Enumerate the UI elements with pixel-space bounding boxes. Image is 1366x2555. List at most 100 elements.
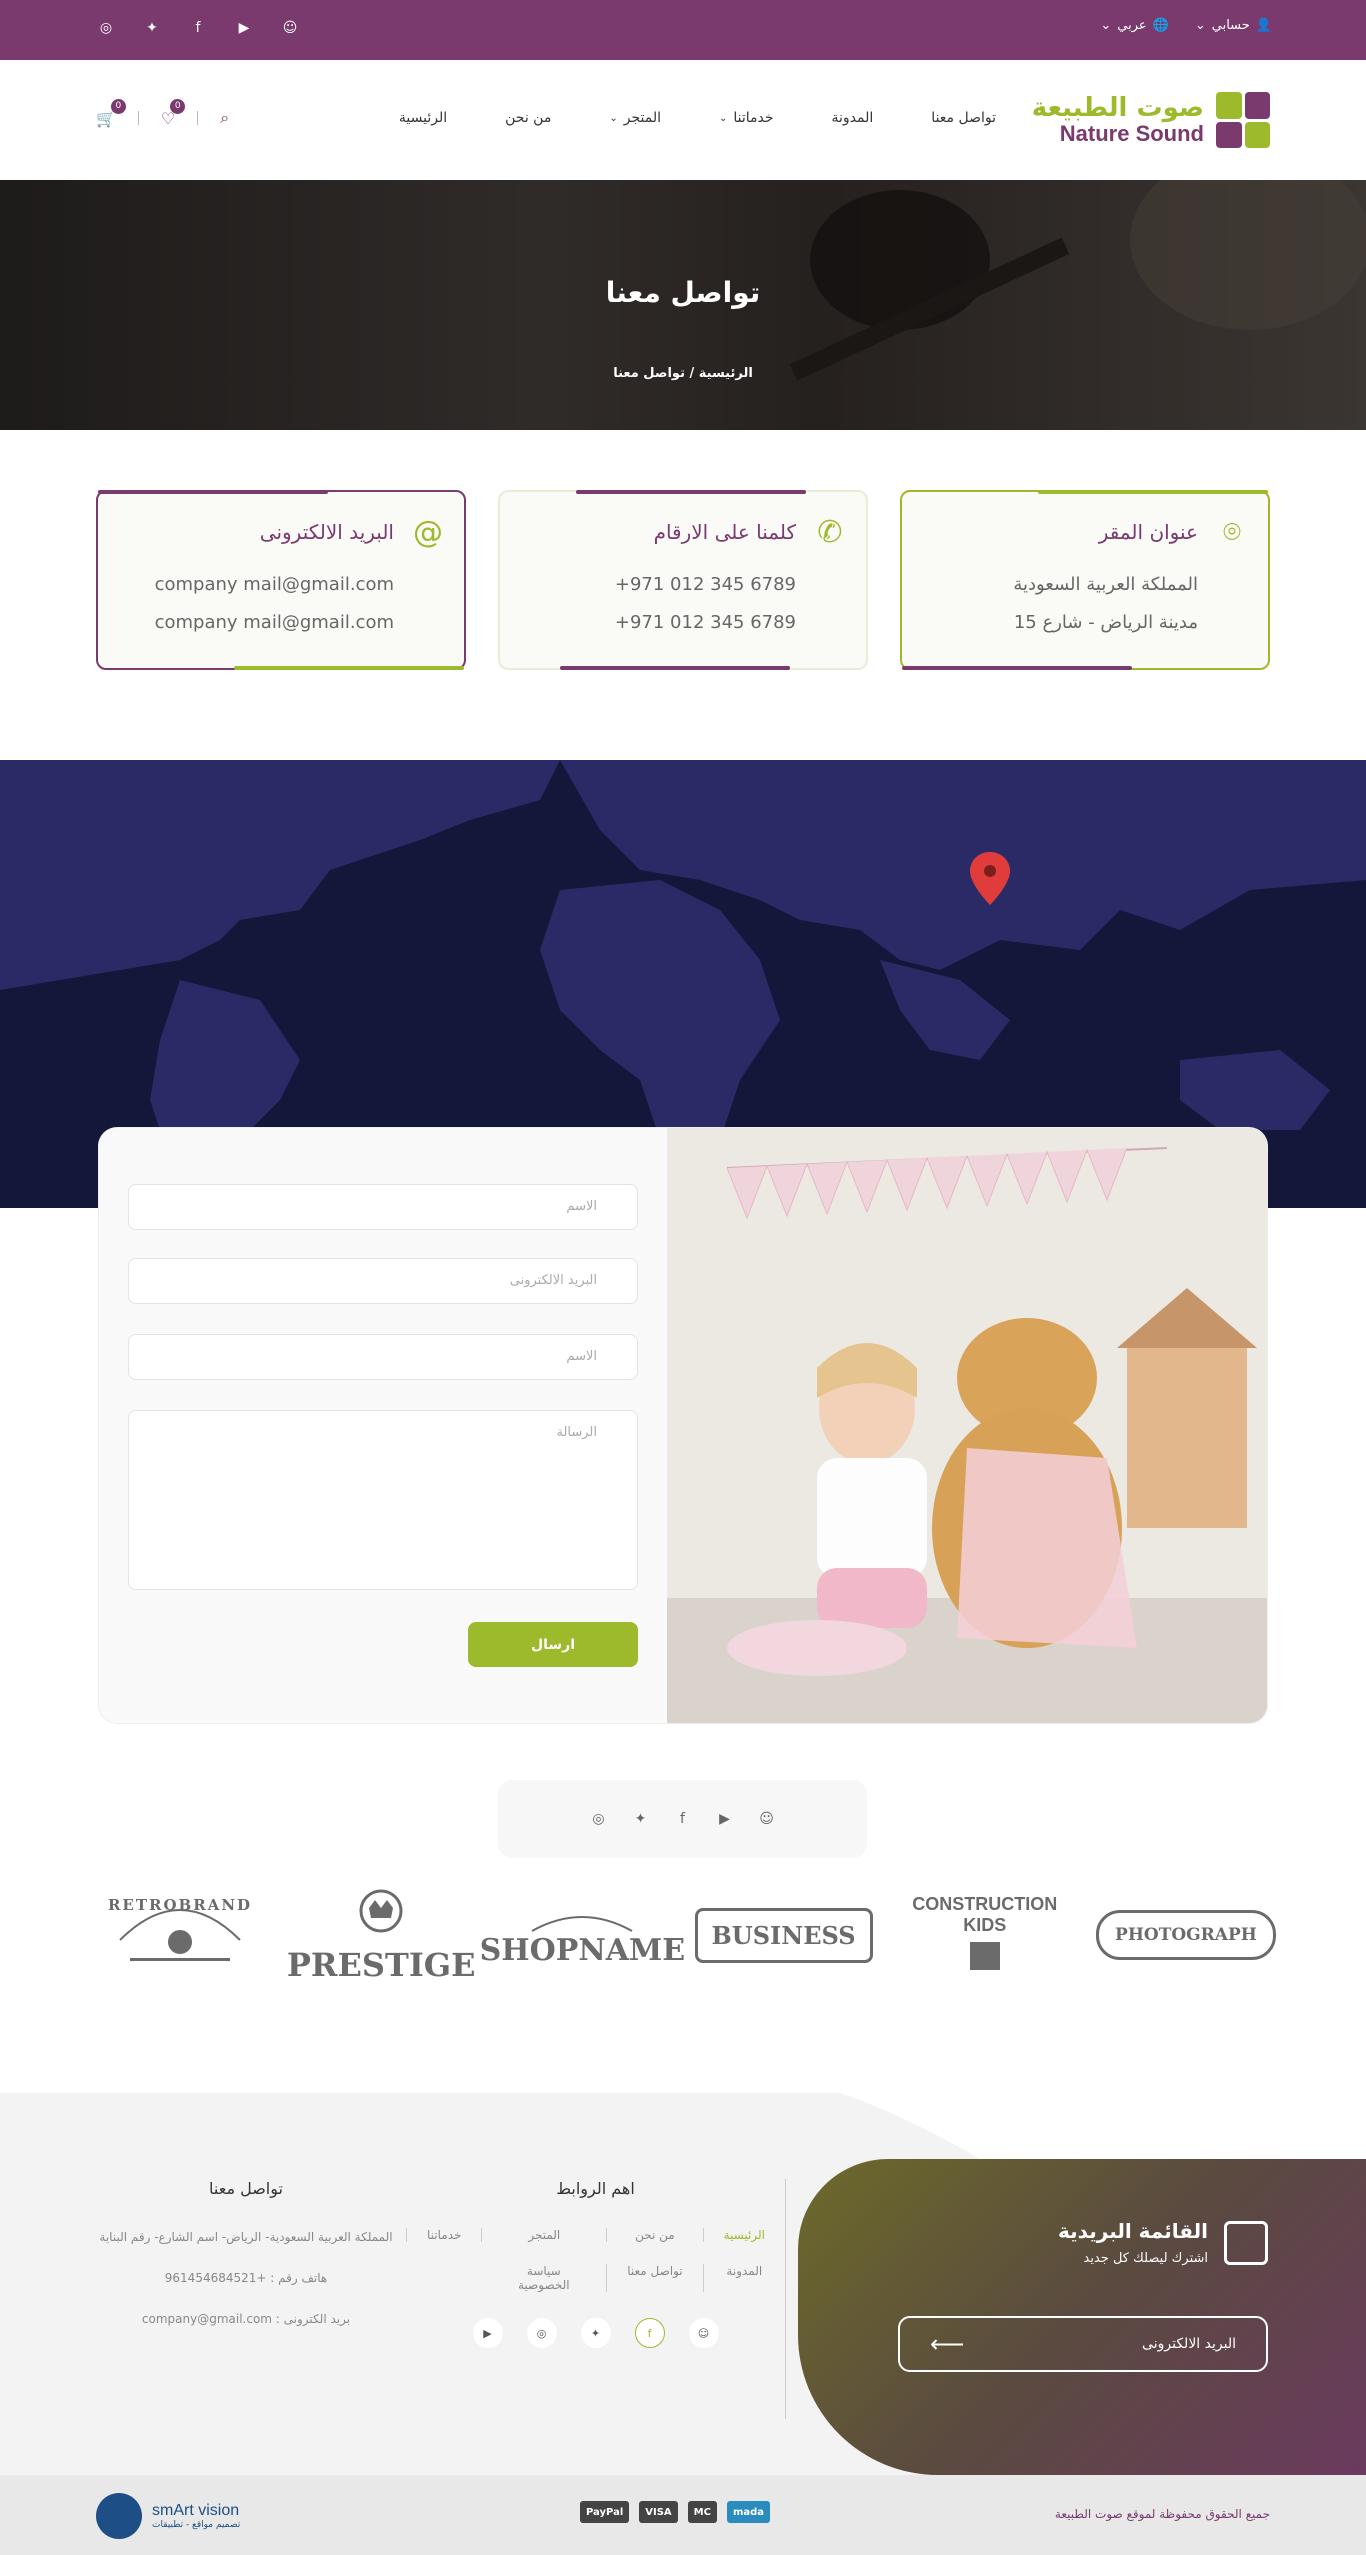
footer-link-contact[interactable]: تواصل معنا bbox=[606, 2264, 702, 2292]
phone-card: ✆ كلمنا على الارقام +971 012 345 6789 +9… bbox=[498, 490, 868, 670]
card-line: مدينة الرياض - شارع 15 bbox=[1013, 612, 1198, 633]
facebook-icon[interactable]: f bbox=[674, 1811, 692, 1827]
instagram-icon[interactable]: ◎ bbox=[526, 2318, 557, 2348]
mastercard-icon: MC bbox=[687, 2501, 717, 2523]
message-placeholder: الرسالة bbox=[556, 1425, 597, 1440]
nav-services[interactable]: خدماتنا ⌄ bbox=[719, 110, 774, 126]
name2-placeholder: الاسم bbox=[566, 1349, 597, 1364]
top-bar: ◎ ✦ f ▶ ☺ ⌄ عربي 🌐 ⌄ حسابي 👤 bbox=[0, 0, 1366, 60]
site-logo[interactable]: صوت الطبيعة Nature Sound bbox=[1032, 92, 1270, 148]
youtube-icon[interactable]: ▶ bbox=[234, 18, 254, 38]
logo-text-ar: صوت الطبيعة bbox=[1031, 92, 1204, 123]
card-title: عنوان المقر bbox=[1098, 520, 1198, 544]
copyright-text: جميع الحقوق محفوظة لموقع صوت الطبيعة bbox=[1054, 2507, 1270, 2521]
page-hero: تواصل معنا الرئيسية / تواصل معنا bbox=[0, 180, 1366, 430]
logo-text-en: Nature Sound bbox=[1059, 121, 1204, 147]
card-line: المملكة العربية السعودية bbox=[1013, 574, 1198, 595]
logo-badge-icon bbox=[1216, 92, 1270, 148]
name-input[interactable]: الاسم bbox=[128, 1184, 638, 1230]
newsletter-placeholder: البريد الالكترونى bbox=[1142, 2336, 1236, 2352]
arrow-left-icon[interactable]: ⟵ bbox=[930, 2330, 964, 2358]
smart-vision-logo[interactable]: smArt vision تصميم مواقع - تطبيقات bbox=[96, 2493, 240, 2539]
youtube-icon[interactable]: ▶ bbox=[716, 1811, 734, 1827]
twitter-icon[interactable]: ✦ bbox=[580, 2318, 611, 2348]
nav-contact[interactable]: تواصل معنا bbox=[931, 110, 996, 126]
footer-link-about[interactable]: من نحن bbox=[606, 2228, 702, 2242]
nav-store[interactable]: المتجر ⌄ bbox=[609, 110, 661, 126]
email-placeholder: البريد الالكترونى bbox=[509, 1273, 597, 1288]
brand-logo-business: BUSINESS bbox=[694, 1875, 873, 1995]
search-icon[interactable]: ⌕ bbox=[220, 108, 229, 128]
brand-logo-prestige: PRESTIGE bbox=[287, 1875, 476, 1995]
brand-logo-retrobrand: RETROBRAND bbox=[96, 1875, 264, 1995]
nav-blog[interactable]: المدونة bbox=[832, 110, 874, 126]
girl-with-dog-photo bbox=[667, 1128, 1267, 1723]
header-icons: 🛒 0 ♡ 0 ⌕ bbox=[96, 98, 229, 128]
visa-icon: VISA bbox=[639, 2501, 678, 2523]
smart-vision-tagline: تصميم مواقع - تطبيقات bbox=[152, 2520, 241, 2530]
nav-about[interactable]: من نحن bbox=[505, 110, 551, 126]
brand-logo-photograph: PHOTOGRAPH bbox=[1096, 1875, 1276, 1995]
footer-link-blog[interactable]: المدونة bbox=[702, 2264, 785, 2292]
topbar-right: ⌄ عربي 🌐 ⌄ حسابي 👤 bbox=[1100, 18, 1272, 33]
email-card: @ البريد الالكترونى company mail@gmail.c… bbox=[96, 490, 466, 670]
snapchat-icon[interactable]: ☺ bbox=[758, 1811, 776, 1827]
name-placeholder: الاسم bbox=[566, 1199, 597, 1214]
message-textarea[interactable]: الرسالة bbox=[128, 1410, 638, 1590]
footer-link-home[interactable]: الرئيسية bbox=[702, 2228, 785, 2242]
mada-icon: mada bbox=[726, 2501, 771, 2523]
instagram-icon[interactable]: ◎ bbox=[590, 1811, 608, 1827]
facebook-icon[interactable]: f bbox=[634, 2318, 665, 2348]
smart-vision-icon bbox=[96, 2493, 142, 2539]
facebook-icon[interactable]: f bbox=[188, 18, 208, 38]
footer-contact: تواصل معنا المملكة العربية السعودية- الر… bbox=[96, 2179, 396, 2352]
newsletter-subtitle: اشترك ليصلك كل جديد bbox=[1083, 2251, 1208, 2266]
contact-form-section: الاسم البريد الالكترونى الاسم الرسالة ار… bbox=[99, 1128, 1267, 1723]
wishlist-count: 0 bbox=[170, 98, 186, 114]
globe-icon: 🌐 bbox=[1152, 18, 1169, 33]
snapchat-icon[interactable]: ☺ bbox=[688, 2318, 719, 2348]
chevron-down-icon: ⌄ bbox=[718, 112, 728, 124]
language-label: عربي bbox=[1117, 18, 1147, 33]
brand-logo-shopname: SHOPNAME bbox=[480, 1875, 685, 1995]
phone-icon: ✆ bbox=[817, 514, 843, 550]
card-line: company mail@gmail.com bbox=[154, 612, 394, 633]
at-sign-icon: @ bbox=[413, 514, 443, 550]
cart-icon[interactable]: 🛒 0 bbox=[96, 98, 126, 128]
card-line: +971 012 345 6789 bbox=[614, 574, 796, 595]
twitter-icon[interactable]: ✦ bbox=[632, 1811, 650, 1827]
cart-count: 0 bbox=[110, 98, 126, 114]
footer-phone: هاتف رقم : +961454684521 bbox=[164, 2271, 328, 2286]
instagram-icon[interactable]: ◎ bbox=[96, 18, 116, 38]
nav-home[interactable]: الرئيسية bbox=[399, 110, 447, 126]
main-header: صوت الطبيعة Nature Sound الرئيسية من نحن… bbox=[0, 60, 1366, 180]
account-label: حسابي bbox=[1211, 18, 1250, 33]
card-title: كلمنا على الارقام bbox=[653, 520, 796, 544]
footer-link-services[interactable]: خدماتنا bbox=[406, 2228, 481, 2242]
payment-methods: PayPal VISA MC mada bbox=[580, 2501, 771, 2523]
twitter-icon[interactable]: ✦ bbox=[142, 18, 162, 38]
breadcrumb: الرئيسية / تواصل معنا bbox=[613, 366, 753, 381]
footer-link-privacy[interactable]: سياسة الخصوصية bbox=[481, 2264, 606, 2292]
footer-contact-title: تواصل معنا bbox=[209, 2179, 283, 2198]
site-footer: القائمة البريدية اشترك ليصلك كل جديد الب… bbox=[0, 2093, 1366, 2475]
footer-address: المملكة العربية السعودية- الرياض- اسم ال… bbox=[99, 2230, 393, 2244]
submit-button[interactable]: ارسال bbox=[468, 1622, 638, 1667]
page-title: تواصل معنا bbox=[605, 276, 761, 309]
social-links-bar: ◎ ✦ f ▶ ☺ bbox=[498, 1780, 867, 1858]
account-menu[interactable]: ⌄ حسابي 👤 bbox=[1195, 18, 1272, 33]
language-selector[interactable]: ⌄ عربي 🌐 bbox=[1100, 18, 1168, 33]
footer-link-store[interactable]: المتجر bbox=[481, 2228, 606, 2242]
snapchat-icon[interactable]: ☺ bbox=[280, 18, 300, 38]
youtube-icon[interactable]: ▶ bbox=[472, 2318, 503, 2348]
footer-links-title: اهم الروابط bbox=[556, 2179, 635, 2198]
email-input[interactable]: البريد الالكترونى bbox=[128, 1258, 638, 1304]
name2-input[interactable]: الاسم bbox=[128, 1334, 638, 1380]
wishlist-icon[interactable]: ♡ 0 bbox=[161, 98, 186, 128]
newsletter-title: القائمة البريدية bbox=[1058, 2219, 1208, 2243]
newsletter-box: القائمة البريدية اشترك ليصلك كل جديد الب… bbox=[798, 2159, 1366, 2475]
card-title: البريد الالكترونى bbox=[259, 520, 394, 544]
newsletter-email-input[interactable]: البريد الالكترونى ⟵ bbox=[898, 2316, 1268, 2372]
address-card: ⌾ عنوان المقر المملكة العربية السعودية م… bbox=[900, 490, 1270, 670]
brand-logo-construction-kids: CONSTRUCTION KIDS bbox=[901, 1875, 1069, 1995]
